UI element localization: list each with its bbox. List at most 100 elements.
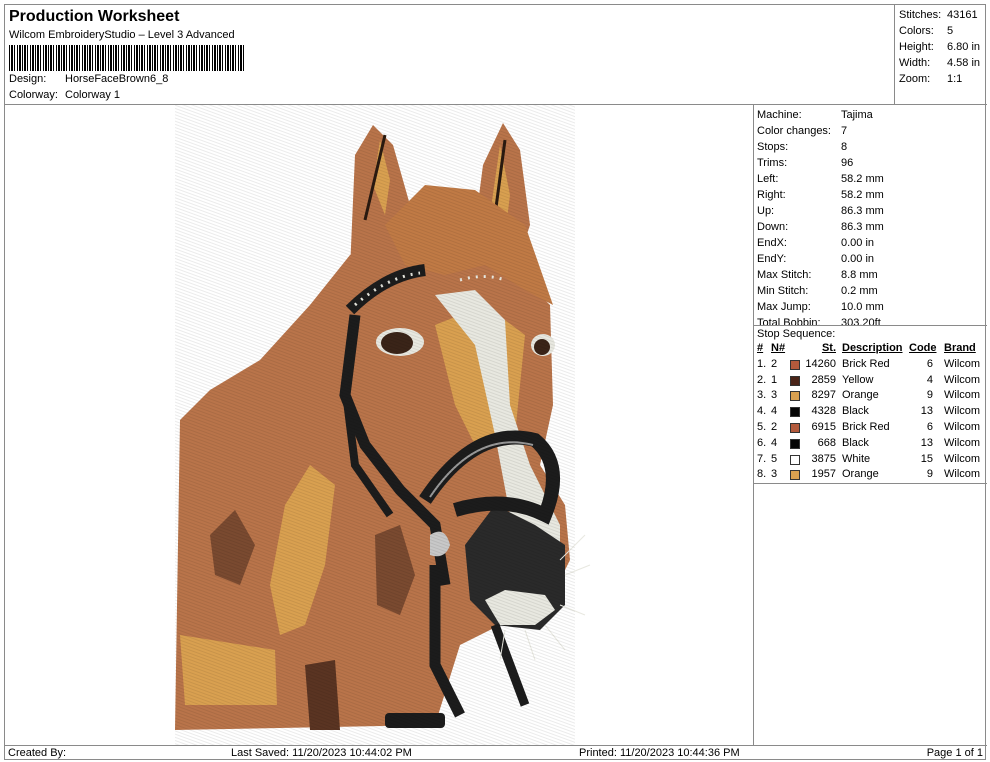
table-row: 4. 4 4328 Black 13 Wilcom (754, 404, 987, 420)
info-row: Stops: 8 (757, 141, 848, 153)
table-header-row: # N# St. Description Code Brand (757, 342, 976, 354)
table-row: 6. 4 668 Black 13 Wilcom (754, 436, 987, 452)
cell-num: 5. (757, 420, 767, 433)
cell-brand: Wilcom (944, 436, 981, 449)
design-summary: Stitches: 43161 Colors: 5 Height: 6.80 in W… (894, 5, 987, 105)
last-saved: Last Saved: 11/20/2023 10:44:02 PM (231, 747, 412, 759)
info-row: Left: 58.2 mm (757, 173, 884, 185)
cell-code: 6 (926, 357, 933, 370)
worksheet-page: Production Worksheet Wilcom EmbroiderySt… (4, 4, 987, 761)
color-swatch (790, 454, 800, 465)
cell-num: 7. (757, 452, 767, 465)
info-row: Min Stitch: 0.2 mm (757, 285, 878, 297)
table-row: 3. 3 8297 Orange 9 Wilcom (754, 388, 987, 404)
cell-st: 3875 (811, 452, 836, 465)
cell-num: 2. (757, 373, 767, 386)
software-name: Wilcom EmbroideryStudio – Level 3 Advanc… (9, 29, 235, 41)
cell-num: 4. (757, 405, 767, 418)
table-row: 7. 5 3875 White 15 Wilcom (754, 452, 987, 468)
design-name-row: Design: HorseFaceBrown6_8 (9, 73, 168, 85)
colorway-label: Colorway: (9, 89, 58, 101)
worksheet-header: Production Worksheet Wilcom EmbroiderySt… (5, 5, 987, 105)
cell-description: Black (842, 436, 869, 449)
cell-st: 8297 (811, 389, 836, 402)
color-swatch (790, 391, 800, 402)
stop-sequence-label: Stop Sequence: (754, 325, 987, 341)
cell-n: 5 (771, 452, 778, 465)
cell-st: 4328 (811, 405, 836, 418)
barcode-image (9, 45, 245, 71)
cell-brand: Wilcom (944, 389, 981, 402)
cell-num: 1. (757, 357, 767, 370)
table-row: 2. 1 2859 Yellow 4 Wilcom (754, 373, 987, 389)
page-number: Page 1 of 1 (926, 747, 983, 759)
cell-brand: Wilcom (944, 357, 981, 370)
cell-description: White (842, 452, 871, 465)
cell-n: 1 (771, 373, 778, 386)
summary-row: Stitches: 43161 (899, 9, 978, 21)
cell-st: 14260 (805, 357, 836, 370)
machine-info-panel: Machine: Tajima Color changes: 7 Stops: 8 T… (754, 105, 987, 745)
cell-code: 6 (926, 420, 933, 433)
cell-description: Brick Red (842, 420, 890, 433)
cell-st: 6915 (811, 420, 836, 433)
color-swatch (790, 470, 800, 481)
page-title: Production Worksheet (9, 8, 180, 25)
table-row: 1. 2 14260 Brick Red 6 Wilcom (754, 357, 987, 373)
printed-date: Printed: 11/20/2023 10:44:36 PM (579, 747, 740, 759)
summary-row: Width: 4.58 in (899, 57, 981, 69)
cell-description: Brick Red (842, 357, 890, 370)
design-label: Design: (9, 73, 47, 85)
cell-code: 4 (926, 373, 933, 386)
info-row: Down: 86.3 mm (757, 221, 884, 233)
info-row: EndY: 0.00 in (757, 253, 875, 265)
cell-brand: Wilcom (944, 405, 981, 418)
cell-description: Orange (842, 468, 879, 481)
design-value: HorseFaceBrown6_8 (65, 73, 169, 85)
cell-n: 2 (771, 357, 778, 370)
cell-code: 9 (926, 389, 933, 402)
stop-sequence-table: # N# St. Description Code Brand 1. 2 14260… (754, 341, 987, 485)
cell-n: 3 (771, 468, 778, 481)
table-row: 8. 3 1957 Orange 9 Wilcom (754, 467, 987, 483)
cell-num: 8. (757, 468, 767, 481)
table-row: 5. 2 6915 Brick Red 6 Wilcom (754, 420, 987, 436)
cell-num: 3. (757, 389, 767, 402)
info-row: Right: 58.2 mm (757, 189, 884, 201)
summary-row: Colors: 5 (899, 25, 954, 37)
cell-code: 13 (920, 405, 933, 418)
cell-num: 6. (757, 436, 767, 449)
info-row: Color changes: 7 (757, 125, 848, 137)
info-row: Max Jump: 10.0 mm (757, 301, 884, 313)
info-row: Machine: Tajima (757, 109, 873, 121)
cell-description: Black (842, 405, 869, 418)
cell-st: 668 (817, 436, 836, 449)
summary-row: Zoom: 1:1 (899, 73, 963, 85)
cell-code: 15 (920, 452, 933, 465)
color-swatch (790, 438, 800, 449)
cell-description: Yellow (842, 373, 874, 386)
color-swatch (790, 422, 800, 433)
design-preview (5, 105, 754, 745)
cell-st: 2859 (811, 373, 836, 386)
cell-brand: Wilcom (944, 452, 981, 465)
horse-head-embroidery-image (175, 105, 591, 745)
color-swatch (790, 375, 800, 386)
color-swatch (790, 407, 800, 418)
info-row: Max Stitch: 8.8 mm (757, 269, 878, 281)
cell-brand: Wilcom (944, 468, 981, 481)
created-by: Created By: (8, 747, 67, 759)
cell-st: 1957 (811, 468, 836, 481)
cell-n: 4 (771, 436, 778, 449)
colorway-row: Colorway: Colorway 1 (9, 89, 120, 101)
cell-brand: Wilcom (944, 420, 981, 433)
cell-description: Orange (842, 389, 879, 402)
cell-n: 3 (771, 389, 778, 402)
cell-n: 4 (771, 405, 778, 418)
info-row: Trims: 96 (757, 157, 854, 169)
info-row: Up: 86.3 mm (757, 205, 884, 217)
worksheet-footer: Created By: Last Saved: 11/20/2023 10:44… (5, 745, 987, 761)
color-swatch (790, 359, 800, 370)
summary-row: Height: 6.80 in (899, 41, 981, 53)
cell-brand: Wilcom (944, 373, 981, 386)
